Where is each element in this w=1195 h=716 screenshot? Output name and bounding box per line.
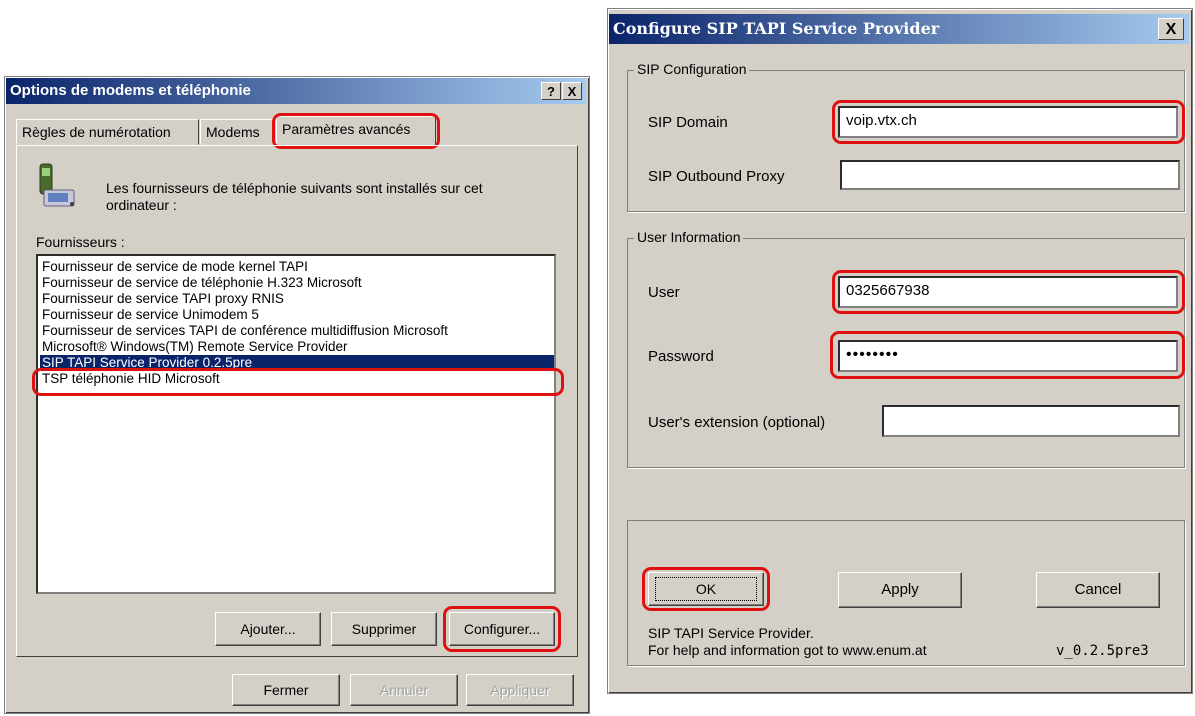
modem-options-titlebar[interactable]: Options de modems et téléphonie	[6, 78, 586, 104]
provider-info-line2: For help and information got to www.enum…	[648, 642, 927, 658]
sip-configuration-group: SIP Configuration	[627, 61, 1185, 212]
outbound-proxy-field[interactable]	[840, 160, 1180, 190]
outbound-proxy-label: SIP Outbound Proxy	[648, 168, 785, 185]
remove-button[interactable]: Supprimer	[331, 612, 437, 646]
providers-description: Les fournisseurs de téléphonie suivants …	[106, 180, 483, 213]
version-label: v_0.2.5pre3	[1056, 643, 1149, 659]
add-button[interactable]: Ajouter...	[215, 612, 321, 646]
close-dialog-button[interactable]: Fermer	[232, 674, 340, 706]
help-button[interactable]: ?	[541, 82, 561, 100]
tab-dialing-rules[interactable]: Règles de numérotation	[16, 119, 199, 145]
configure-button[interactable]: Configurer...	[449, 612, 555, 646]
close-button[interactable]: X	[562, 82, 582, 100]
list-item[interactable]: Fournisseur de service Unimodem 5	[42, 307, 259, 323]
close-button[interactable]: X	[1158, 18, 1184, 40]
list-item[interactable]: Fournisseur de services TAPI de conféren…	[42, 323, 448, 339]
extension-field[interactable]	[882, 405, 1180, 437]
list-item[interactable]: Fournisseur de service TAPI proxy RNIS	[42, 291, 284, 307]
apply-button[interactable]: Apply	[838, 572, 962, 608]
list-item-selected[interactable]: SIP TAPI Service Provider 0.2.5pre	[40, 355, 554, 371]
providers-list[interactable]: Fournisseur de service de mode kernel TA…	[36, 254, 556, 594]
tab-advanced[interactable]: Paramètres avancés	[276, 116, 436, 146]
ok-label: OK	[654, 577, 758, 601]
cancel-dialog-button[interactable]: Annuler	[350, 674, 458, 706]
window-title: Options de modems et téléphonie	[10, 82, 251, 99]
list-item[interactable]: Fournisseur de service de mode kernel TA…	[42, 259, 308, 275]
tab-modems[interactable]: Modems	[200, 119, 274, 145]
ok-button[interactable]: OK	[648, 572, 764, 606]
group-title: User Information	[634, 229, 744, 245]
list-item[interactable]: Microsoft® Windows(TM) Remote Service Pr…	[42, 339, 348, 355]
cancel-button[interactable]: Cancel	[1036, 572, 1160, 608]
sip-domain-label: SIP Domain	[648, 114, 728, 131]
list-item[interactable]: Fournisseur de service de téléphonie H.3…	[42, 275, 362, 291]
password-label: Password	[648, 348, 714, 365]
window-title: Configure SIP TAPI Service Provider	[613, 19, 940, 38]
group-title: SIP Configuration	[634, 61, 750, 77]
user-field[interactable]: 0325667938	[838, 276, 1178, 308]
list-item[interactable]: TSP téléphonie HID Microsoft	[42, 371, 220, 387]
apply-dialog-button[interactable]: Appliquer	[466, 674, 574, 706]
user-label: User	[648, 284, 680, 301]
sip-config-titlebar[interactable]: Configure SIP TAPI Service Provider	[609, 14, 1189, 44]
provider-info-line1: SIP TAPI Service Provider.	[648, 625, 814, 641]
password-field[interactable]: ••••••••	[838, 340, 1178, 372]
providers-label: Fournisseurs :	[36, 234, 125, 250]
telephone-icon	[36, 162, 80, 210]
sip-domain-field[interactable]: voip.vtx.ch	[838, 106, 1178, 138]
extension-label: User's extension (optional)	[648, 414, 826, 431]
